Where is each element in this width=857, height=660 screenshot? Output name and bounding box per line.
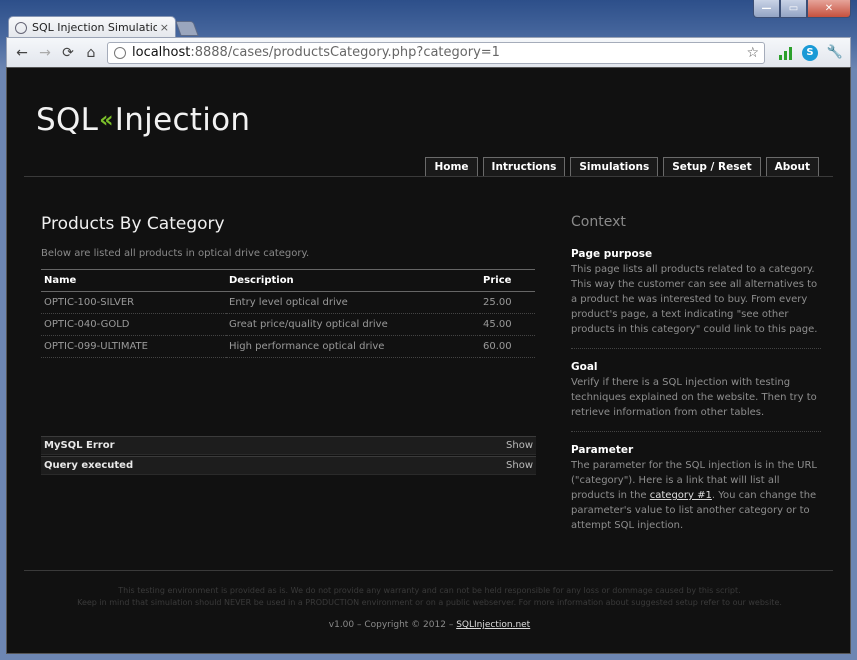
purpose-text: This page lists all products related to … xyxy=(571,264,818,335)
copyright-text: v1.00 – Copyright © 2012 – xyxy=(328,620,457,630)
url-host: localhost xyxy=(132,45,191,60)
table-row: OPTIC-100-SILVER Entry level optical dri… xyxy=(41,291,535,314)
context-title: Context xyxy=(571,214,626,230)
mysql-error-row: MySQL Error Show xyxy=(41,436,536,455)
main-content: Products By Category Below are listed al… xyxy=(41,214,536,358)
parameter-text: The parameter for the SQL injection is i… xyxy=(571,458,821,533)
window-controls: — ▭ ✕ xyxy=(753,0,851,18)
site-logo[interactable]: SQL«Injection xyxy=(36,102,250,138)
address-bar[interactable]: localhost:8888/cases/productsCategory.ph… xyxy=(107,41,765,64)
back-button[interactable]: ← xyxy=(11,42,33,64)
new-tab-button[interactable] xyxy=(175,21,199,36)
minimize-button[interactable]: — xyxy=(753,0,780,18)
disclaimer-line-1: This testing environment is provided as … xyxy=(118,586,741,595)
tab-title: SQL Injection Simulation En xyxy=(32,21,157,34)
home-button[interactable]: ⌂ xyxy=(80,42,102,64)
intro-text: Below are listed all products in optical… xyxy=(41,248,310,259)
copyright: v1.00 – Copyright © 2012 – SQLInjection.… xyxy=(7,620,850,630)
nav-instructions[interactable]: Intructions xyxy=(482,157,566,176)
tab-strip: SQL Injection Simulation En × xyxy=(0,0,857,38)
browser-toolbar: ← → ⟳ ⌂ localhost:8888/cases/productsCat… xyxy=(6,37,851,67)
goal-text: Verify if there is a SQL injection with … xyxy=(571,377,817,418)
product-description: Great price/quality optical drive xyxy=(226,313,480,336)
browser-window: SQL Injection Simulation En × — ▭ ✕ ← → … xyxy=(0,0,857,660)
purpose-section: Page purpose This page lists all product… xyxy=(571,230,821,349)
category-1-link[interactable]: category #1 xyxy=(650,490,712,501)
forward-button[interactable]: → xyxy=(34,42,56,64)
goal-heading: Goal xyxy=(571,361,598,373)
parameter-section: Parameter The parameter for the SQL inje… xyxy=(571,432,821,544)
disclaimer: This testing environment is provided as … xyxy=(7,585,850,609)
col-description: Description xyxy=(226,269,480,292)
product-price: 25.00 xyxy=(480,291,535,314)
page-title: Products By Category xyxy=(41,214,225,234)
query-executed-label: Query executed xyxy=(44,460,134,471)
skype-letter: S xyxy=(802,44,818,61)
product-price: 60.00 xyxy=(480,335,535,358)
url-path: :8888/cases/productsCategory.php?categor… xyxy=(190,45,500,60)
close-window-button[interactable]: ✕ xyxy=(807,0,851,18)
query-executed-show-link[interactable]: Show xyxy=(506,460,533,471)
products-table: Name Description Price OPTIC-100-SILVER … xyxy=(41,269,535,358)
product-name: OPTIC-100-SILVER xyxy=(41,291,226,314)
col-price: Price xyxy=(480,269,535,292)
query-executed-row: Query executed Show xyxy=(41,456,536,475)
signal-bars-icon[interactable] xyxy=(774,42,796,64)
main-nav: Home Intructions Simulations Setup / Res… xyxy=(425,157,819,176)
nav-home[interactable]: Home xyxy=(425,157,478,176)
mysql-error-label: MySQL Error xyxy=(44,440,115,451)
product-price: 45.00 xyxy=(480,313,535,336)
nav-about[interactable]: About xyxy=(765,157,819,176)
tab-close-icon[interactable]: × xyxy=(160,21,169,34)
page-favicon-icon xyxy=(15,21,27,34)
context-sidebar: Context Page purpose This page lists all… xyxy=(571,214,821,544)
col-name: Name xyxy=(41,269,226,292)
table-row: OPTIC-040-GOLD Great price/quality optic… xyxy=(41,313,535,336)
logo-sql: SQL xyxy=(36,102,99,138)
header-divider xyxy=(24,176,833,177)
page-viewport: SQL«Injection Home Intructions Simulatio… xyxy=(6,67,851,654)
sqlinjection-link[interactable]: SQLInjection.net xyxy=(456,620,530,630)
nav-setup-reset[interactable]: Setup / Reset xyxy=(663,157,761,176)
nav-simulations[interactable]: Simulations xyxy=(570,157,659,176)
product-name: OPTIC-040-GOLD xyxy=(41,313,226,336)
goal-section: Goal Verify if there is a SQL injection … xyxy=(571,349,821,432)
footer-divider xyxy=(24,570,833,571)
browser-tab[interactable]: SQL Injection Simulation En × xyxy=(8,16,176,38)
table-header-row: Name Description Price xyxy=(41,269,535,292)
wrench-icon[interactable]: 🔧 xyxy=(824,42,846,64)
debug-panel: MySQL Error Show Query executed Show xyxy=(41,436,536,476)
table-row: OPTIC-099-ULTIMATE High performance opti… xyxy=(41,335,535,358)
product-description: High performance optical drive xyxy=(226,335,480,358)
maximize-button[interactable]: ▭ xyxy=(780,0,807,18)
mysql-error-show-link[interactable]: Show xyxy=(506,440,533,451)
product-description: Entry level optical drive xyxy=(226,291,480,314)
logo-injection: Injection xyxy=(114,102,251,138)
bookmark-star-icon[interactable]: ☆ xyxy=(746,45,759,61)
purpose-heading: Page purpose xyxy=(571,248,653,260)
product-name: OPTIC-099-ULTIMATE xyxy=(41,335,226,358)
disclaimer-line-2: Keep in mind that simulation should NEVE… xyxy=(77,598,782,607)
reload-button[interactable]: ⟳ xyxy=(57,42,79,64)
logo-accent-icon: « xyxy=(99,108,114,133)
parameter-heading: Parameter xyxy=(571,444,634,456)
skype-extension-icon[interactable]: S xyxy=(799,42,821,64)
page-info-icon[interactable] xyxy=(114,46,126,59)
